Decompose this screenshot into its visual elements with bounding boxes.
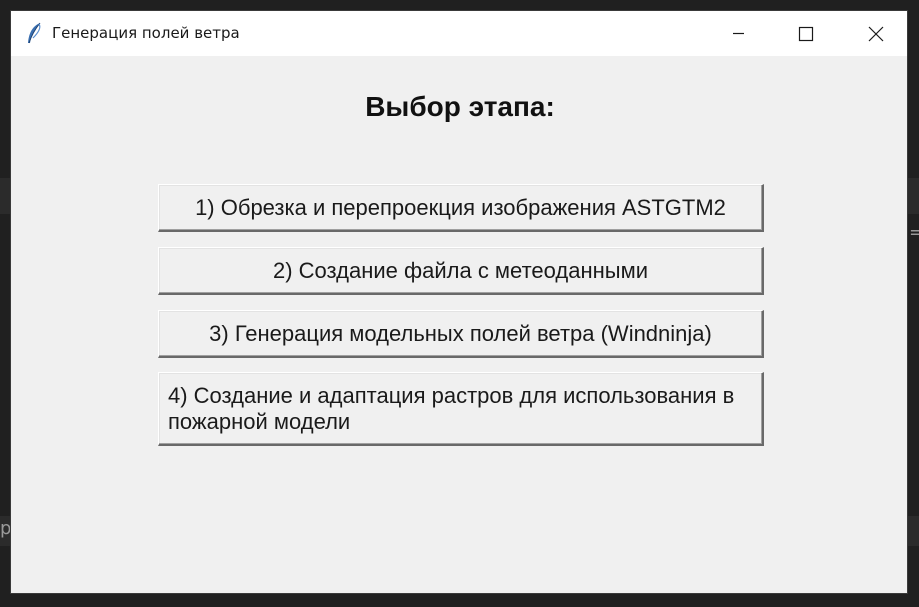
stage-2-button[interactable]: 2) Создание файла с метеоданными xyxy=(158,247,764,295)
page-title: Выбор этапа: xyxy=(365,91,555,122)
maximize-button[interactable] xyxy=(783,11,829,56)
stage-3-button[interactable]: 3) Генерация модельных полей ветра (Wind… xyxy=(158,310,764,358)
stage-4-label: 4) Создание и адаптация растров для испо… xyxy=(168,383,735,434)
stage-2-label: 2) Создание файла с метеоданными xyxy=(273,258,648,283)
feather-icon xyxy=(25,22,43,46)
background-glyph-right: = xyxy=(909,222,919,243)
close-button[interactable] xyxy=(853,11,899,56)
minimize-button[interactable] xyxy=(715,11,761,56)
minimize-icon xyxy=(733,32,744,35)
maximize-icon xyxy=(798,26,814,42)
window-title: Генерация полей ветра xyxy=(52,24,240,42)
title-bar[interactable]: Генерация полей ветра xyxy=(11,11,907,56)
stage-1-button[interactable]: 1) Обрезка и перепроекция изображения AS… xyxy=(158,184,764,232)
stage-4-button[interactable]: 4) Создание и адаптация растров для испо… xyxy=(158,372,764,446)
stage-1-label: 1) Обрезка и перепроекция изображения AS… xyxy=(195,195,726,220)
app-window: Генерация полей ветра Выбор этапа: 1) Об… xyxy=(10,10,908,594)
stage-3-label: 3) Генерация модельных полей ветра (Wind… xyxy=(209,321,712,346)
close-icon xyxy=(868,26,884,42)
